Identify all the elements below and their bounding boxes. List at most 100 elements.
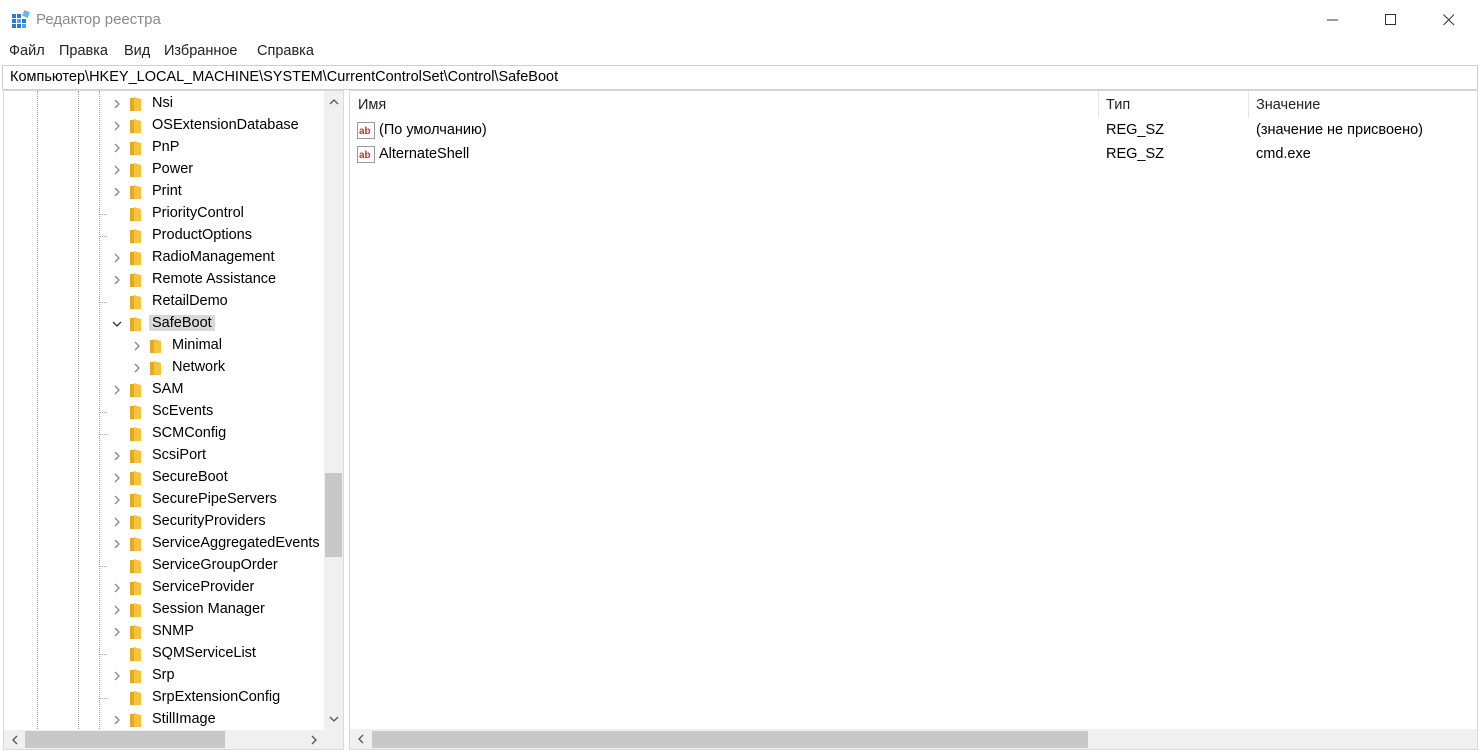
- tree-horizontal-scrollbar[interactable]: [4, 730, 324, 749]
- chevron-down-icon[interactable]: [111, 318, 123, 330]
- chevron-right-icon[interactable]: [111, 494, 123, 506]
- chevron-right-icon[interactable]: [111, 604, 123, 616]
- column-header-name[interactable]: Имя: [350, 91, 1098, 118]
- address-bar[interactable]: Компьютер\HKEY_LOCAL_MACHINE\SYSTEM\Curr…: [2, 65, 1478, 90]
- chevron-right-icon[interactable]: [111, 670, 123, 682]
- menu-file[interactable]: Файл: [9, 43, 45, 59]
- chevron-right-icon[interactable]: [111, 582, 123, 594]
- tree-item[interactable]: ScsiPort: [4, 445, 324, 467]
- tree-item-label[interactable]: SNMP: [152, 623, 194, 639]
- chevron-right-icon[interactable]: [111, 142, 123, 154]
- tree-item-label[interactable]: Remote Assistance: [152, 271, 276, 287]
- tree-item-label[interactable]: StillImage: [152, 711, 216, 727]
- tree-item-label[interactable]: ServiceAggregatedEvents: [152, 535, 320, 551]
- tree-item[interactable]: SrpExtensionConfig: [4, 687, 324, 709]
- tree-item[interactable]: Remote Assistance: [4, 269, 324, 291]
- tree-item-label[interactable]: SCMConfig: [152, 425, 226, 441]
- tree-item[interactable]: OSExtensionDatabase: [4, 115, 324, 137]
- chevron-right-icon[interactable]: [111, 384, 123, 396]
- menu-help[interactable]: Справка: [257, 43, 314, 59]
- minimize-button[interactable]: [1304, 0, 1362, 40]
- tree-item-label[interactable]: RetailDemo: [152, 293, 228, 309]
- tree-item-label[interactable]: Network: [172, 359, 225, 375]
- menu-edit[interactable]: Правка: [59, 43, 108, 59]
- tree-item[interactable]: SafeBoot: [4, 313, 324, 335]
- tree-item[interactable]: SecureBoot: [4, 467, 324, 489]
- tree-item[interactable]: Power: [4, 159, 324, 181]
- tree-item[interactable]: PriorityControl: [4, 203, 324, 225]
- tree-item-label[interactable]: ProductOptions: [152, 227, 252, 243]
- tree-item-label[interactable]: SecureBoot: [152, 469, 228, 485]
- chevron-right-icon[interactable]: [111, 252, 123, 264]
- tree-item-label[interactable]: PnP: [152, 139, 179, 155]
- chevron-right-icon[interactable]: [131, 362, 143, 374]
- tree-item-label[interactable]: ServiceProvider: [152, 579, 254, 595]
- tree-item-label[interactable]: Nsi: [152, 95, 173, 111]
- tree-vertical-scrollbar[interactable]: [324, 91, 343, 731]
- chevron-right-icon[interactable]: [111, 516, 123, 528]
- maximize-button[interactable]: [1362, 0, 1420, 40]
- tree-item-label[interactable]: SQMServiceList: [152, 645, 256, 661]
- scroll-right-button[interactable]: [304, 730, 323, 749]
- address-path[interactable]: Компьютер\HKEY_LOCAL_MACHINE\SYSTEM\Curr…: [10, 69, 558, 85]
- tree-item[interactable]: Print: [4, 181, 324, 203]
- scroll-left-button[interactable]: [351, 729, 370, 748]
- menu-favorites[interactable]: Избранное: [164, 43, 237, 59]
- tree-item[interactable]: SCMConfig: [4, 423, 324, 445]
- tree-item-label[interactable]: RadioManagement: [152, 249, 275, 265]
- chevron-right-icon[interactable]: [111, 274, 123, 286]
- tree-item[interactable]: Network: [4, 357, 324, 379]
- values-horizontal-scrollbar[interactable]: [350, 729, 1477, 749]
- chevron-right-icon[interactable]: [111, 186, 123, 198]
- chevron-right-icon[interactable]: [111, 98, 123, 110]
- values-horizontal-scroll-thumb[interactable]: [372, 731, 1088, 748]
- tree-item[interactable]: StillImage: [4, 709, 324, 731]
- tree-item[interactable]: SecurePipeServers: [4, 489, 324, 511]
- chevron-right-icon[interactable]: [111, 450, 123, 462]
- tree-item[interactable]: RetailDemo: [4, 291, 324, 313]
- tree-item[interactable]: SNMP: [4, 621, 324, 643]
- close-button[interactable]: [1420, 0, 1478, 40]
- scroll-left-button[interactable]: [5, 730, 24, 749]
- tree-item[interactable]: SecurityProviders: [4, 511, 324, 533]
- tree-item-label[interactable]: SrpExtensionConfig: [152, 689, 280, 705]
- tree-vertical-scroll-thumb[interactable]: [325, 473, 342, 557]
- tree-item-label[interactable]: ScEvents: [152, 403, 213, 419]
- chevron-right-icon[interactable]: [111, 164, 123, 176]
- value-row[interactable]: ab AlternateShell REG_SZ cmd.exe: [350, 143, 1470, 167]
- tree-item-label[interactable]: PriorityControl: [152, 205, 244, 221]
- tree-item[interactable]: Srp: [4, 665, 324, 687]
- tree-item-label[interactable]: Minimal: [172, 337, 222, 353]
- scroll-up-button[interactable]: [324, 93, 343, 110]
- scroll-down-button[interactable]: [324, 710, 343, 727]
- tree-item[interactable]: ProductOptions: [4, 225, 324, 247]
- key-tree-pane[interactable]: Nsi OSExtensionDatabase PnP Power Print Prior…: [3, 90, 344, 750]
- tree-item[interactable]: SQMServiceList: [4, 643, 324, 665]
- menu-view[interactable]: Вид: [124, 43, 150, 59]
- tree-item[interactable]: ServiceGroupOrder: [4, 555, 324, 577]
- tree-item[interactable]: PnP: [4, 137, 324, 159]
- tree-item[interactable]: ScEvents: [4, 401, 324, 423]
- chevron-right-icon[interactable]: [111, 714, 123, 726]
- tree-item-label[interactable]: Print: [152, 183, 182, 199]
- tree-item-label[interactable]: ScsiPort: [152, 447, 206, 463]
- tree-item-label[interactable]: Session Manager: [152, 601, 265, 617]
- chevron-right-icon[interactable]: [111, 472, 123, 484]
- chevron-right-icon[interactable]: [111, 626, 123, 638]
- tree-item[interactable]: RadioManagement: [4, 247, 324, 269]
- tree-item-label[interactable]: Srp: [152, 667, 175, 683]
- tree-item-label[interactable]: SecurityProviders: [152, 513, 266, 529]
- values-list-pane[interactable]: Имя Тип Значение ab (По умолчанию) REG_SZ (…: [349, 90, 1478, 750]
- chevron-right-icon[interactable]: [111, 538, 123, 550]
- tree-item[interactable]: Session Manager: [4, 599, 324, 621]
- tree-item-label[interactable]: ServiceGroupOrder: [152, 557, 278, 573]
- tree-item-label[interactable]: SecurePipeServers: [152, 491, 277, 507]
- value-row[interactable]: ab (По умолчанию) REG_SZ (значение не присв…: [350, 119, 1470, 143]
- column-header-data[interactable]: Значение: [1248, 91, 1477, 118]
- tree-item-label[interactable]: SafeBoot: [149, 315, 215, 331]
- tree-item[interactable]: Minimal: [4, 335, 324, 357]
- tree-item[interactable]: Nsi: [4, 93, 324, 115]
- tree-item[interactable]: SAM: [4, 379, 324, 401]
- tree-horizontal-scroll-thumb[interactable]: [25, 731, 225, 748]
- tree-item-label[interactable]: Power: [152, 161, 193, 177]
